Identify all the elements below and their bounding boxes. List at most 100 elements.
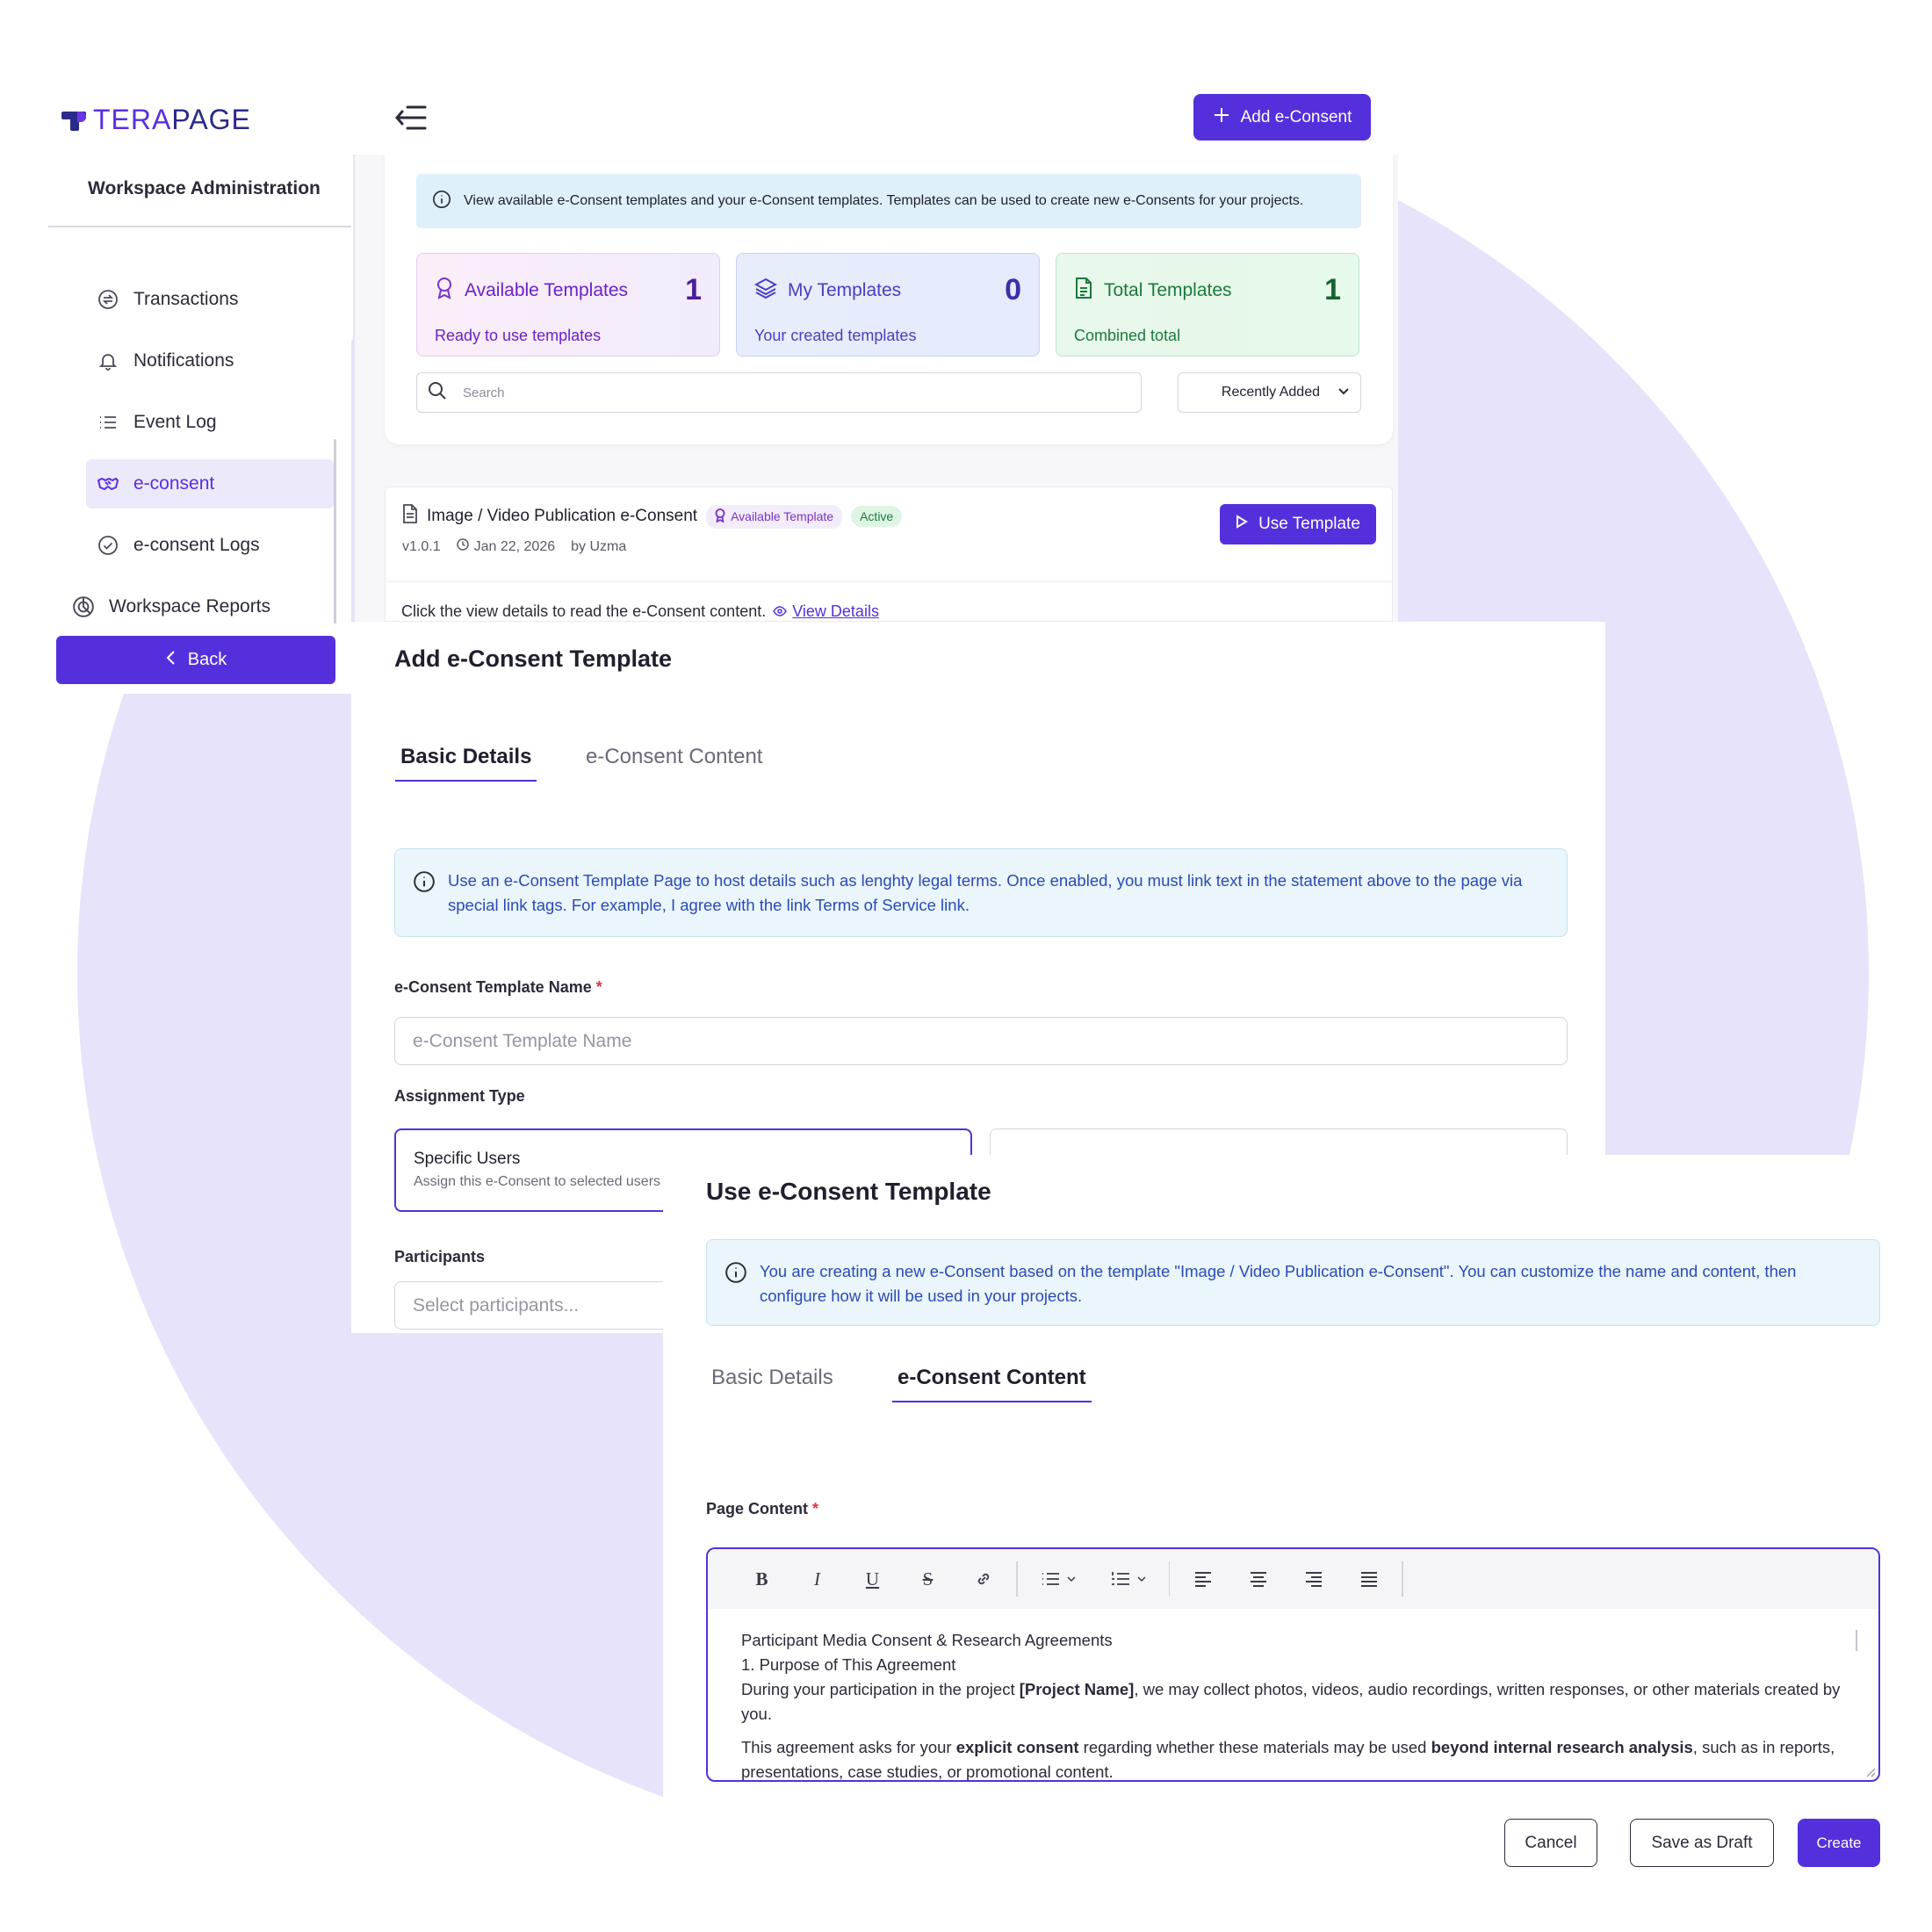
strikethrough-icon[interactable]: S <box>900 1561 955 1597</box>
award-icon <box>715 508 725 525</box>
use-template-label: Use Template <box>1258 515 1360 533</box>
editor-scrollbar[interactable] <box>1856 1630 1857 1651</box>
underline-icon[interactable]: U <box>845 1561 900 1597</box>
align-left-icon[interactable] <box>1175 1561 1230 1597</box>
use-info-text: You are creating a new e-Consent based o… <box>760 1262 1797 1305</box>
editor-content[interactable]: Participant Media Consent & Research Agr… <box>708 1609 1878 1781</box>
back-button-label: Back <box>187 650 227 669</box>
add-e-consent-label: Add e-Consent <box>1240 107 1352 126</box>
logo-text: TERAPAGE <box>93 104 251 135</box>
eye-icon <box>773 602 788 621</box>
search-icon <box>428 381 447 404</box>
stat-subtitle: Ready to use templates <box>435 327 602 344</box>
stat-count: 0 <box>1005 273 1021 306</box>
toolbar-divider <box>1016 1561 1018 1597</box>
bold-icon[interactable]: B <box>734 1561 789 1597</box>
award-icon <box>435 277 454 305</box>
template-divider <box>385 581 1393 582</box>
sidebar-item-e-consent-logs[interactable]: e-consent Logs <box>86 521 334 570</box>
tab-e-consent-content[interactable]: e-Consent Content <box>892 1366 1092 1402</box>
view-details-link[interactable]: View Details <box>773 602 879 621</box>
participants-label: Participants <box>394 1248 486 1265</box>
align-center-icon[interactable] <box>1230 1561 1286 1597</box>
sidebar-item-transactions[interactable]: Transactions <box>86 275 334 324</box>
align-justify-icon[interactable] <box>1341 1561 1396 1597</box>
stat-title: My Templates <box>788 279 902 300</box>
stat-count: 1 <box>1324 273 1341 306</box>
template-card-header: Image / Video Publication e-Consent Avai… <box>402 504 903 529</box>
sidebar-item-label: Event Log <box>133 412 217 432</box>
sidebar-divider <box>48 226 351 227</box>
save-draft-button[interactable]: Save as Draft <box>1630 1819 1774 1867</box>
italic-icon[interactable]: I <box>789 1561 845 1597</box>
assignment-option-2[interactable] <box>990 1128 1568 1155</box>
view-details-label: View Details <box>792 602 879 620</box>
stat-subtitle: Combined total <box>1074 327 1181 344</box>
stat-total-templates[interactable]: Total Templates 1 Combined total <box>1056 253 1359 357</box>
workspace-title: Workspace Administration <box>88 178 321 198</box>
back-button[interactable]: Back <box>56 636 335 684</box>
content-heading: Participant Media Consent & Research Agr… <box>741 1631 1113 1649</box>
add-e-consent-button[interactable]: Add e-Consent <box>1193 94 1371 141</box>
page-content-label: Page Content * <box>706 1500 818 1518</box>
toolbar-divider <box>1402 1561 1403 1597</box>
required-mark: * <box>595 978 602 996</box>
info-icon <box>724 1261 747 1306</box>
numbered-list-icon[interactable] <box>1093 1561 1164 1597</box>
template-version: v1.0.1 <box>402 538 441 554</box>
cancel-button[interactable]: Cancel <box>1504 1819 1597 1867</box>
list-icon <box>97 411 119 434</box>
label-text: e-Consent Template Name <box>394 978 592 996</box>
search-input[interactable]: Search <box>416 372 1142 413</box>
bullet-list-icon[interactable] <box>1023 1561 1093 1597</box>
file-icon <box>402 504 418 529</box>
link-icon[interactable] <box>955 1561 1011 1597</box>
sidebar-item-event-log[interactable]: Event Log <box>86 398 334 447</box>
handshake-icon <box>97 472 119 495</box>
template-meta: v1.0.1 Jan 22, 2026 by Uzma <box>402 538 626 555</box>
toolbar-divider <box>1168 1561 1170 1597</box>
search-placeholder: Search <box>463 385 505 400</box>
overview-info-text: View available e-Consent templates and y… <box>464 193 1304 208</box>
rich-text-editor[interactable]: B I U S Participant Media Consent & Rese… <box>706 1547 1880 1782</box>
sidebar-item-notifications[interactable]: Notifications <box>86 336 334 386</box>
create-button[interactable]: Create <box>1798 1819 1880 1867</box>
use-template-button[interactable]: Use Template <box>1220 504 1376 544</box>
sidebar-scrollbar[interactable] <box>334 439 336 624</box>
template-date: Jan 22, 2026 <box>473 538 556 554</box>
sidebar-item-e-consent[interactable]: e-consent <box>86 459 334 508</box>
info-icon <box>413 870 436 917</box>
sort-select[interactable]: Recently Added <box>1178 372 1361 413</box>
template-name-label: e-Consent Template Name * <box>394 978 602 997</box>
content-paragraph: This agreement asks for your explicit co… <box>741 1738 1835 1781</box>
use-info-banner: You are creating a new e-Consent based o… <box>706 1239 1880 1326</box>
collapse-sidebar-icon[interactable] <box>393 102 429 133</box>
resize-handle-icon[interactable] <box>1864 1765 1876 1777</box>
add-info-text: Use an e-Consent Template Page to host d… <box>448 871 1523 914</box>
sidebar-item-label: e-consent Logs <box>133 535 260 555</box>
plus-icon <box>1213 106 1230 129</box>
template-date-wrap: Jan 22, 2026 <box>456 538 556 555</box>
input-placeholder: e-Consent Template Name <box>413 1030 632 1051</box>
tab-basic-details[interactable]: Basic Details <box>395 745 537 782</box>
tab-e-consent-content[interactable]: e-Consent Content <box>586 745 762 780</box>
info-icon <box>432 190 451 213</box>
stat-my-templates[interactable]: My Templates 0 Your created templates <box>736 253 1040 357</box>
stat-title: Available Templates <box>465 279 629 300</box>
stat-subtitle: Your created templates <box>754 327 917 344</box>
sidebar-item-workspace-reports[interactable]: Workspace Reports <box>61 582 309 631</box>
template-name-input[interactable]: e-Consent Template Name <box>394 1017 1568 1065</box>
play-icon <box>1236 515 1249 534</box>
stat-available-templates[interactable]: Available Templates 1 Ready to use templ… <box>416 253 720 357</box>
sidebar-item-label: Notifications <box>133 350 234 371</box>
sidebar-item-label: Transactions <box>133 289 239 309</box>
editor-toolbar: B I U S <box>708 1549 1878 1609</box>
terapage-logo: TERAPAGE <box>61 104 251 136</box>
tab-basic-details[interactable]: Basic Details <box>711 1366 833 1401</box>
layers-icon <box>753 278 778 304</box>
align-right-icon[interactable] <box>1286 1561 1341 1597</box>
stat-title: Total Templates <box>1104 279 1232 300</box>
use-panel-title: Use e-Consent Template <box>706 1178 991 1205</box>
template-author: by Uzma <box>571 538 627 554</box>
bell-icon <box>97 350 119 372</box>
